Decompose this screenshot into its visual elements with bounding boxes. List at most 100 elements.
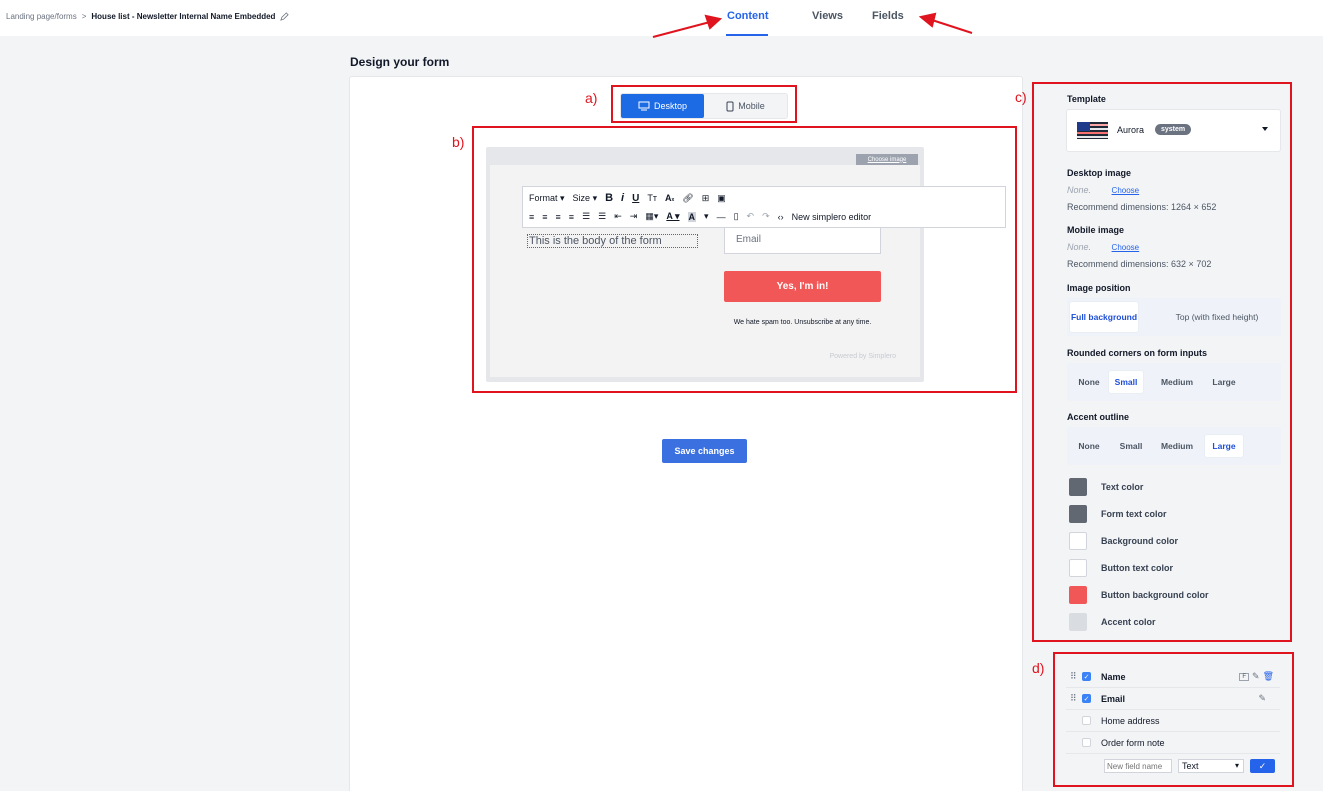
text-transform-icon[interactable]: Tт (647, 193, 657, 203)
chevron-down-icon: ▾ (1234, 761, 1239, 770)
italic-icon[interactable]: i (621, 192, 624, 204)
subscript-icon[interactable]: Ax (665, 193, 674, 203)
field-row-name[interactable]: ⠿ ✓ Name F ✎ 🗑︎ (1066, 666, 1280, 688)
font-color-icon[interactable]: A ▾ (666, 211, 679, 222)
email-field[interactable]: Email (724, 228, 881, 254)
button-text-color-row[interactable]: Button text color (1069, 559, 1173, 577)
align-justify-icon[interactable]: ≡ (569, 212, 574, 222)
accent-color-swatch[interactable] (1069, 613, 1087, 631)
undo-icon[interactable]: ↶ (747, 211, 755, 222)
form-text-color-row[interactable]: Form text color (1069, 505, 1167, 523)
field-type-select[interactable]: Text ▾ (1178, 759, 1244, 773)
table-icon[interactable]: ▦▾ (645, 211, 658, 222)
highlight-color-caret-icon[interactable]: ▾ (704, 211, 709, 222)
field-label-name: Name (1101, 671, 1126, 682)
indent-icon[interactable]: ⇥ (630, 211, 638, 222)
button-background-color-swatch[interactable] (1069, 586, 1087, 604)
mobile-icon (726, 101, 734, 111)
rounded-medium[interactable]: Medium (1155, 371, 1199, 393)
trash-icon[interactable]: 🗑︎ (1263, 671, 1274, 682)
format-dropdown[interactable]: Format ▾ (529, 193, 565, 204)
desktop-toggle-button[interactable]: Desktop (621, 94, 704, 118)
annotation-b: b) (452, 134, 465, 150)
bold-icon[interactable]: B (605, 192, 613, 204)
background-color-row[interactable]: Background color (1069, 532, 1178, 550)
accent-none[interactable]: None (1073, 435, 1105, 457)
bullet-list-icon[interactable]: ☰ (582, 211, 590, 222)
drag-handle-icon[interactable]: ⠿ (1070, 693, 1080, 704)
field-flag-badge[interactable]: F (1239, 672, 1250, 681)
image-icon[interactable]: ▣ (717, 193, 726, 204)
highlight-color-icon[interactable]: A (687, 211, 697, 222)
format-label: Format (529, 192, 558, 203)
background-color-label: Background color (1101, 536, 1179, 546)
name-checkbox[interactable]: ✓ (1082, 672, 1091, 681)
button-background-color-row[interactable]: Button background color (1069, 586, 1209, 604)
accent-medium[interactable]: Medium (1155, 435, 1199, 457)
field-label-order-form-note: Order form note (1101, 737, 1165, 748)
choose-image-button[interactable]: Choose image (856, 154, 918, 165)
edit-icon[interactable]: ✎ (1258, 693, 1266, 704)
image-position-selector: Full background Top (with fixed height) (1067, 298, 1281, 336)
redo-icon[interactable]: ↷ (762, 211, 770, 222)
size-label: Size (572, 192, 591, 203)
rounded-large[interactable]: Large (1207, 371, 1241, 393)
template-select[interactable]: Aurora system (1066, 109, 1281, 152)
button-text-color-swatch[interactable] (1069, 559, 1087, 577)
email-checkbox[interactable]: ✓ (1082, 694, 1091, 703)
text-color-swatch[interactable] (1069, 478, 1087, 496)
device-toggle: Desktop Mobile (620, 93, 788, 119)
accent-large[interactable]: Large (1205, 435, 1243, 457)
new-editor-button[interactable]: New simplero editor (792, 212, 872, 222)
rounded-corners-label: Rounded corners on form inputs (1067, 348, 1208, 358)
mobile-image-value: None. (1067, 242, 1092, 252)
drag-handle-icon[interactable]: ⠿ (1070, 671, 1080, 682)
text-color-row[interactable]: Text color (1069, 478, 1143, 496)
home-address-checkbox[interactable] (1082, 716, 1091, 725)
mobile-image-label: Mobile image (1067, 225, 1125, 235)
order-form-note-checkbox[interactable] (1082, 738, 1091, 747)
image-position-full-background[interactable]: Full background (1070, 302, 1138, 332)
background-color-swatch[interactable] (1069, 532, 1087, 550)
numbered-list-icon[interactable]: ☰ (598, 211, 606, 222)
horizontal-rule-icon[interactable]: — (717, 212, 726, 222)
submit-button[interactable]: Yes, I'm in! (724, 271, 881, 302)
mobile-toggle-button[interactable]: Mobile (704, 94, 787, 118)
field-row-order-form-note[interactable]: Order form note (1066, 732, 1280, 754)
image-position-label: Image position (1067, 283, 1131, 293)
desktop-image-label: Desktop image (1067, 168, 1132, 178)
field-row-home-address[interactable]: Home address (1066, 710, 1280, 732)
edit-icon[interactable]: ✎ (1252, 671, 1260, 682)
new-field-name-input[interactable] (1104, 759, 1172, 773)
outdent-icon[interactable]: ⇤ (614, 211, 622, 222)
mobile-image-choose-link[interactable]: Choose (1112, 243, 1140, 252)
desktop-image-choose-link[interactable]: Choose (1112, 186, 1140, 195)
chevron-down-icon (1262, 127, 1268, 131)
rich-text-toolbar: Format ▾ Size ▾ B i U Tт Ax 🔗︎ ⊞ ▣ ≡ ≡ ≡… (522, 186, 1006, 228)
page-title: Design your form (350, 55, 450, 69)
rounded-none[interactable]: None (1073, 371, 1105, 393)
rounded-small[interactable]: Small (1109, 371, 1143, 393)
align-left-icon[interactable]: ≡ (529, 212, 534, 222)
size-dropdown[interactable]: Size ▾ (573, 193, 598, 204)
save-button[interactable]: Save changes (662, 439, 747, 463)
form-text-color-label: Form text color (1101, 509, 1167, 519)
image-position-top[interactable]: Top (with fixed height) (1161, 302, 1273, 332)
accent-color-row[interactable]: Accent color (1069, 613, 1156, 631)
form-text-color-swatch[interactable] (1069, 505, 1087, 523)
field-row-email[interactable]: ⠿ ✓ Email ✎ (1066, 688, 1280, 710)
field-type-value: Text (1182, 761, 1199, 771)
source-code-icon[interactable]: ‹› (778, 212, 784, 222)
underline-icon[interactable]: U (632, 193, 639, 204)
link-icon[interactable]: 🔗︎ (682, 193, 693, 204)
align-right-icon[interactable]: ≡ (556, 212, 561, 222)
add-field-button[interactable]: ✓ (1250, 759, 1275, 773)
powered-by-text[interactable]: Powered by Simplero (790, 353, 896, 360)
desktop-icon (638, 101, 650, 111)
bookmark-icon[interactable]: ▯ (734, 211, 739, 222)
align-center-icon[interactable]: ≡ (542, 212, 547, 222)
rounded-corners-selector: None Small Medium Large (1067, 363, 1281, 401)
accent-small[interactable]: Small (1111, 435, 1151, 457)
form-body-text[interactable]: This is the body of the form (527, 234, 698, 248)
insert-media-icon[interactable]: ⊞ (702, 193, 710, 204)
